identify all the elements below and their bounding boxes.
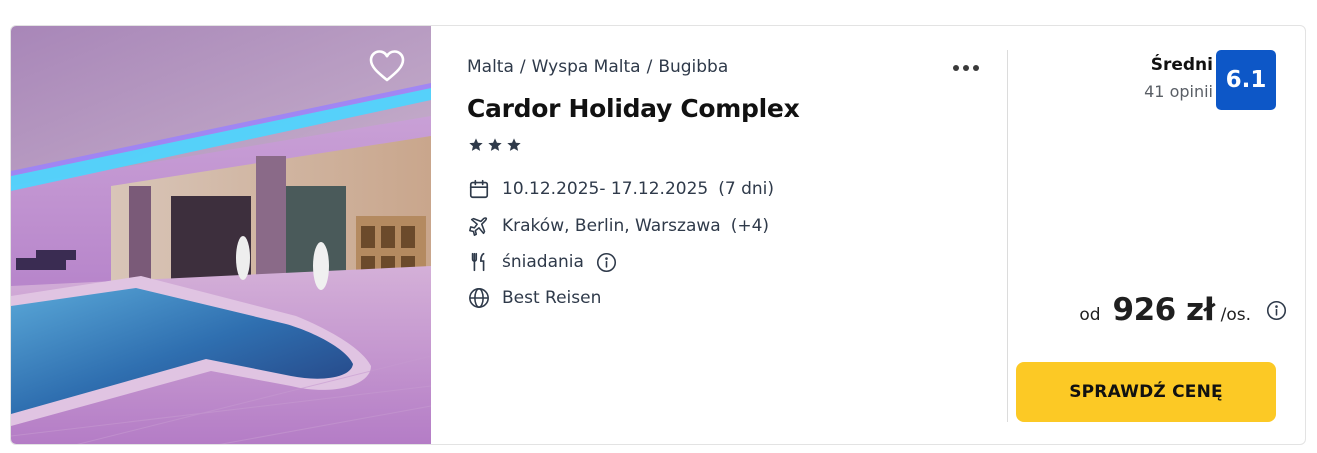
globe-icon (467, 286, 491, 310)
trip-duration: (7 dni) (718, 179, 774, 199)
price-info-button[interactable] (1265, 299, 1287, 321)
more-dots-icon (973, 65, 979, 71)
more-airports-link[interactable]: (+4) (731, 216, 769, 236)
operator-row: Best Reisen (467, 286, 601, 310)
departure-airports: Kraków, Berlin, Warszawa (502, 216, 721, 236)
plane-icon (467, 214, 491, 238)
breadcrumb-separator: / (519, 57, 526, 77)
more-dots-icon (963, 65, 969, 71)
check-price-button[interactable]: SPRAWDŹ CENĘ (1016, 362, 1276, 422)
breadcrumb-city[interactable]: Bugibba (658, 57, 728, 77)
tour-operator: Best Reisen (502, 288, 602, 308)
hotel-name[interactable]: Cardor Holiday Complex (467, 94, 800, 123)
reviews-count[interactable]: 41 opinii (1144, 82, 1213, 101)
hotel-stars (468, 137, 522, 153)
breadcrumb-separator: / (646, 57, 653, 77)
more-dots-icon (953, 65, 959, 71)
board-row: śniadania (467, 250, 618, 274)
breadcrumb: Malta / Wyspa Malta / Bugibba (467, 57, 728, 77)
hotel-photo-image (11, 26, 431, 444)
star-icon (488, 138, 502, 151)
calendar-icon (467, 177, 491, 201)
breadcrumb-region[interactable]: Wyspa Malta (532, 57, 641, 77)
offer-details: Malta / Wyspa Malta / Bugibba Cardor Holiday… (467, 26, 1007, 444)
offer-card[interactable]: Malta / Wyspa Malta / Bugibba Cardor Holiday… (10, 25, 1306, 445)
price-block: od 926 zł /os. (1079, 292, 1287, 328)
price-from-label: od (1079, 305, 1101, 325)
travel-dates: 10.12.2025- 17.12.2025 (502, 179, 709, 199)
info-circle-icon (597, 252, 617, 272)
heart-outline-icon (369, 50, 405, 82)
board-info-button[interactable] (596, 251, 618, 273)
rating-badge[interactable]: 6.1 (1216, 50, 1276, 110)
departure-row: Kraków, Berlin, Warszawa (+4) (467, 214, 769, 238)
price-per-person: /os. (1220, 305, 1251, 325)
rating-label: Średni (1150, 55, 1213, 75)
favorite-button[interactable] (369, 48, 407, 84)
hotel-photo[interactable] (11, 26, 431, 444)
column-divider (1007, 50, 1008, 422)
info-circle-icon (1266, 300, 1286, 320)
star-icon (469, 138, 483, 151)
more-options-button[interactable] (950, 58, 982, 78)
board-type: śniadania (502, 252, 584, 272)
star-icon (507, 138, 521, 151)
dates-row: 10.12.2025- 17.12.2025 (7 dni) (467, 177, 774, 201)
price-amount: 926 zł (1112, 292, 1216, 328)
cutlery-icon (467, 250, 491, 274)
breadcrumb-country[interactable]: Malta (467, 57, 514, 77)
